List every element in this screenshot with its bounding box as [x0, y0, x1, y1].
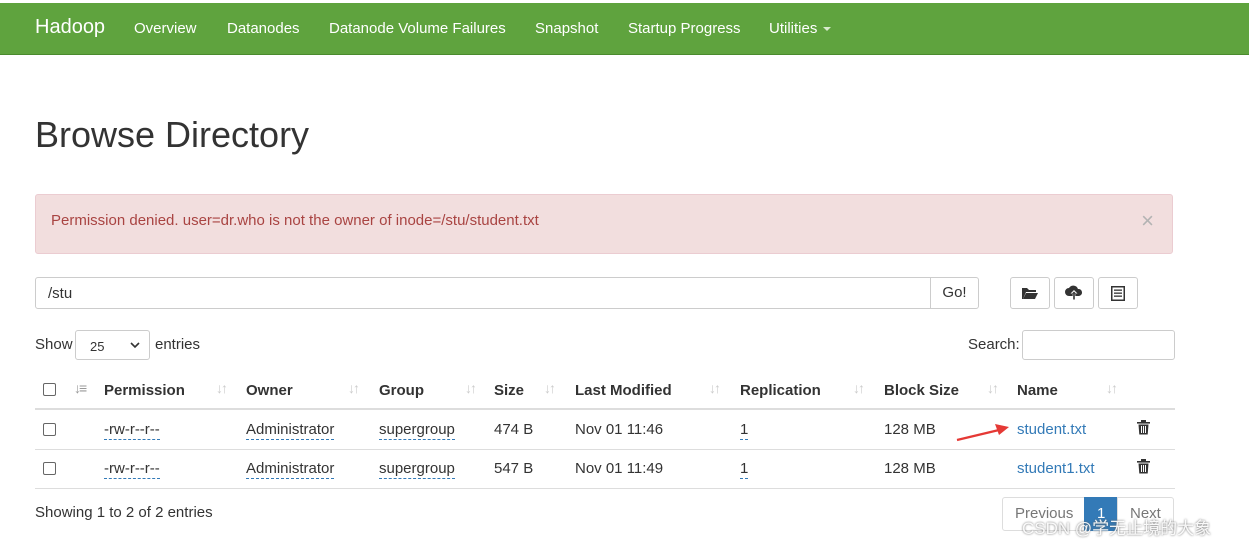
- replication-cell[interactable]: 1: [740, 460, 749, 479]
- sort-icon[interactable]: ↓↑: [348, 380, 360, 396]
- block-size-cell: 128 MB: [884, 421, 936, 438]
- chevron-down-icon: [130, 342, 140, 349]
- annotation-arrow-icon: [956, 424, 1009, 442]
- nav-datanode-volume-failures[interactable]: Datanode Volume Failures: [329, 20, 506, 37]
- sort-icon[interactable]: ↓↑: [709, 380, 721, 396]
- block-size-cell: 128 MB: [884, 460, 936, 477]
- sort-icon[interactable]: ↓↑: [465, 380, 477, 396]
- nav-startup-progress[interactable]: Startup Progress: [628, 20, 741, 37]
- group-cell[interactable]: supergroup: [379, 460, 455, 479]
- create-directory-button[interactable]: [1010, 277, 1050, 309]
- trash-icon[interactable]: [1137, 420, 1150, 435]
- search-label: Search:: [968, 336, 1020, 353]
- owner-cell[interactable]: Administrator: [246, 460, 335, 479]
- header-size[interactable]: Size: [494, 382, 524, 399]
- page-title: Browse Directory: [35, 114, 310, 155]
- size-cell: 547 B: [494, 460, 534, 477]
- go-button[interactable]: Go!: [930, 277, 979, 309]
- nav-snapshot[interactable]: Snapshot: [535, 20, 598, 37]
- entries-select-value: 25: [90, 339, 105, 354]
- directory-path-input[interactable]: [35, 277, 931, 309]
- error-alert: Permission denied. user=dr.who is not th…: [35, 194, 1173, 254]
- watermark: CSDN @学无止境的大象: [1022, 519, 1212, 538]
- group-cell[interactable]: supergroup: [379, 421, 455, 440]
- header-block-size[interactable]: Block Size: [884, 382, 959, 399]
- replication-cell[interactable]: 1: [740, 421, 749, 440]
- entries-label: entries: [155, 336, 201, 353]
- sort-asc-icon[interactable]: ↓≡: [74, 380, 87, 396]
- nav-utilities-label: Utilities: [769, 20, 818, 37]
- permission-cell[interactable]: -rw-r--r--: [104, 421, 160, 440]
- header-permission[interactable]: Permission: [104, 382, 185, 399]
- close-icon[interactable]: ×: [1141, 210, 1154, 232]
- table-info: Showing 1 to 2 of 2 entries: [35, 504, 213, 521]
- row-checkbox[interactable]: [43, 462, 56, 475]
- header-last-modified[interactable]: Last Modified: [575, 382, 672, 399]
- list-icon: [1111, 285, 1125, 301]
- modified-cell: Nov 01 11:49: [575, 460, 664, 477]
- entries-per-page-select[interactable]: 25: [75, 330, 150, 360]
- row-divider: [35, 449, 1175, 450]
- sort-icon[interactable]: ↓↑: [216, 380, 228, 396]
- file-name-link[interactable]: student.txt: [1017, 421, 1086, 438]
- navbar: Hadoop Overview Datanodes Datanode Volum…: [0, 3, 1249, 55]
- show-label: Show: [35, 336, 73, 353]
- select-all-checkbox[interactable]: [43, 383, 56, 396]
- sort-icon[interactable]: ↓↑: [987, 380, 999, 396]
- owner-cell[interactable]: Administrator: [246, 421, 335, 440]
- header-name[interactable]: Name: [1017, 382, 1058, 399]
- row-checkbox[interactable]: [43, 423, 56, 436]
- trash-icon[interactable]: [1137, 459, 1150, 474]
- upload-icon: [1065, 285, 1083, 300]
- caret-down-icon: [823, 27, 832, 32]
- size-cell: 474 B: [494, 421, 534, 438]
- modified-cell: Nov 01 11:46: [575, 421, 664, 438]
- alert-message: Permission denied. user=dr.who is not th…: [51, 212, 539, 229]
- search-input[interactable]: [1022, 330, 1175, 360]
- nav-overview[interactable]: Overview: [134, 20, 197, 37]
- sort-icon[interactable]: ↓↑: [1106, 380, 1118, 396]
- cut-paste-button[interactable]: [1098, 277, 1138, 309]
- folder-open-icon: [1022, 288, 1038, 299]
- header-group[interactable]: Group: [379, 382, 424, 399]
- header-replication[interactable]: Replication: [740, 382, 821, 399]
- permission-cell[interactable]: -rw-r--r--: [104, 460, 160, 479]
- upload-button[interactable]: [1054, 277, 1094, 309]
- nav-utilities-dropdown[interactable]: Utilities: [769, 20, 832, 37]
- header-owner[interactable]: Owner: [246, 382, 293, 399]
- sort-icon[interactable]: ↓↑: [853, 380, 865, 396]
- row-divider: [35, 488, 1175, 489]
- brand-logo[interactable]: Hadoop: [35, 16, 105, 39]
- header-divider: [35, 408, 1175, 410]
- file-name-link[interactable]: student1.txt: [1017, 460, 1095, 477]
- nav-datanodes[interactable]: Datanodes: [227, 20, 300, 37]
- sort-icon[interactable]: ↓↑: [544, 380, 556, 396]
